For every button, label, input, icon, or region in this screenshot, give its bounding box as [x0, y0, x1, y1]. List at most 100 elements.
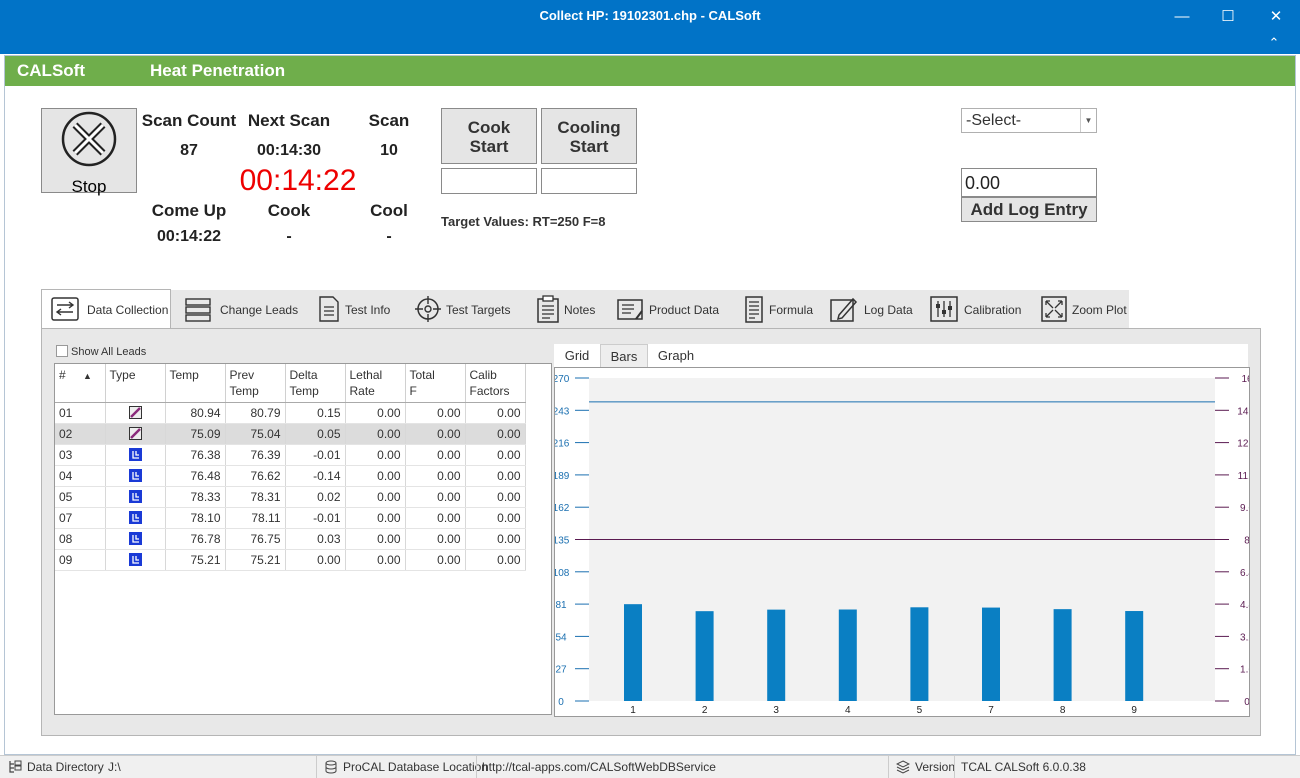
- sort-ascending-icon: ▲: [83, 371, 92, 381]
- tab-label: Notes: [564, 303, 596, 317]
- cook-start-label-1: Cook: [467, 118, 511, 137]
- col-label-1: Delta: [289, 368, 318, 382]
- stop-button[interactable]: Stop: [41, 108, 137, 196]
- show-all-leads-label: Show All Leads: [71, 346, 147, 358]
- delta-temp-cell: 0.03: [285, 528, 346, 550]
- database-location-label: ProCAL Database Location: [343, 760, 488, 774]
- tab-zoom-plot[interactable]: Zoom Plot: [1031, 290, 1127, 328]
- temp-cell: 78.10: [165, 507, 226, 529]
- y-tick-label: 189: [555, 471, 570, 482]
- y-tick-label: 0: [558, 697, 564, 708]
- product-data-icon: [617, 299, 643, 320]
- tab-notes[interactable]: Notes: [525, 290, 605, 328]
- x-tick-label: 1: [630, 705, 636, 716]
- tab-label: Log Data: [864, 303, 913, 317]
- close-icon[interactable]: ✕: [1254, 2, 1298, 32]
- tab-data-collection[interactable]: Data Collection: [41, 289, 171, 329]
- lead-id-cell: 02: [55, 423, 106, 445]
- tab-log-data[interactable]: Log Data: [821, 290, 921, 328]
- thermocouple-icon: [128, 427, 142, 440]
- folder-tree-icon: [9, 760, 22, 773]
- log-type-select[interactable]: -Select- ▼: [961, 108, 1097, 133]
- tab-test-targets[interactable]: Test Targets: [405, 290, 515, 328]
- bar: [767, 609, 786, 701]
- table-row[interactable]: 07 78.10 78.11 -0.01 0.00 0.00 0.00: [55, 507, 526, 529]
- crosshair-icon: [415, 296, 441, 322]
- x-tick-label: 3: [773, 705, 779, 716]
- tab-label: Formula: [769, 303, 814, 317]
- col-number[interactable]: # ▲: [55, 364, 106, 403]
- thermocouple-icon: [128, 406, 142, 419]
- tab-label: Change Leads: [220, 303, 299, 317]
- col-calib-factors[interactable]: Calib Factors: [465, 364, 526, 403]
- y2-tick-label: 8: [1244, 536, 1249, 547]
- tab-calibration[interactable]: Calibration: [921, 290, 1031, 328]
- tab-change-leads[interactable]: Change Leads: [175, 290, 299, 328]
- cooling-start-label-2: Start: [569, 137, 609, 156]
- tab-graph[interactable]: Graph: [648, 344, 704, 367]
- target-values: Target Values: RT=250 F=8: [441, 214, 606, 229]
- col-prev-temp[interactable]: Prev Temp: [225, 364, 286, 403]
- tab-label: Test Info: [345, 303, 391, 317]
- table-row[interactable]: 05 78.33 78.31 0.02 0.00 0.00 0.00: [55, 486, 526, 508]
- maximize-icon[interactable]: ☐: [1206, 2, 1250, 32]
- prev-temp-cell: 80.79: [225, 402, 286, 424]
- minimize-icon[interactable]: —: [1160, 2, 1204, 32]
- y-tick-label: 54: [555, 632, 567, 643]
- checkbox-box[interactable]: [56, 345, 68, 357]
- tab-product-data[interactable]: Product Data: [607, 290, 729, 328]
- cook-start-label-2: Start: [469, 137, 509, 156]
- add-log-entry-button[interactable]: Add Log Entry: [961, 197, 1097, 222]
- database-location-value: http://tcal-apps.com/CALSoftWebDBService: [482, 760, 716, 774]
- x-tick-label: 5: [917, 705, 923, 716]
- total-f-cell: 0.00: [405, 528, 466, 550]
- table-row[interactable]: 08 76.78 76.75 0.03 0.00 0.00 0.00: [55, 528, 526, 550]
- bar: [838, 609, 857, 701]
- cook-start-button[interactable]: Cook Start: [441, 108, 537, 164]
- log-value-input[interactable]: 0.00: [961, 168, 1097, 197]
- tab-test-info[interactable]: Test Info: [305, 290, 397, 328]
- dropdown-arrow-icon[interactable]: ▼: [1080, 109, 1096, 132]
- table-row[interactable]: 09 75.21 75.21 0.00 0.00 0.00 0.00: [55, 549, 526, 571]
- col-type[interactable]: Type: [105, 364, 166, 403]
- tab-formula[interactable]: Formula: [731, 290, 815, 328]
- col-total-f[interactable]: Total F: [405, 364, 466, 403]
- col-label-1: Calib: [469, 368, 497, 382]
- temp-cell: 76.38: [165, 444, 226, 466]
- total-f-cell: 0.00: [405, 549, 466, 571]
- test-info-icon: [319, 296, 339, 322]
- col-delta-temp[interactable]: Delta Temp: [285, 364, 346, 403]
- data-collection-panel: Show All Leads # ▲ Type Temp Prev Temp De…: [41, 328, 1261, 736]
- table-row[interactable]: 01 80.94 80.79 0.15 0.00 0.00 0.00: [55, 402, 526, 424]
- table-row[interactable]: 02 75.09 75.04 0.05 0.00 0.00 0.00: [55, 423, 526, 445]
- bar-chart: 027548110813516218921624327001.63.24.86.…: [554, 367, 1250, 717]
- calib-factors-cell: 0.00: [465, 465, 526, 487]
- bar: [1053, 609, 1072, 701]
- type-cell: [105, 486, 166, 508]
- total-f-cell: 0.00: [405, 423, 466, 445]
- tab-grid[interactable]: Grid: [556, 344, 598, 367]
- total-f-cell: 0.00: [405, 444, 466, 466]
- bar: [1125, 611, 1144, 701]
- cooling-start-button[interactable]: Cooling Start: [541, 108, 637, 164]
- x-tick-label: 9: [1131, 705, 1137, 716]
- app-header: CALSoft Heat Penetration: [5, 56, 1295, 86]
- show-all-leads-checkbox[interactable]: Show All Leads: [56, 345, 146, 358]
- lethal-rate-cell: 0.00: [345, 507, 406, 529]
- cook-start-time-field[interactable]: [441, 168, 537, 194]
- col-temp[interactable]: Temp: [165, 364, 226, 403]
- table-row[interactable]: 04 76.48 76.62 -0.14 0.00 0.00 0.00: [55, 465, 526, 487]
- type-cell: [105, 507, 166, 529]
- tab-bars[interactable]: Bars: [600, 344, 648, 367]
- formula-icon: [745, 296, 763, 323]
- prev-temp-cell: 76.39: [225, 444, 286, 466]
- delta-temp-cell: 0.02: [285, 486, 346, 508]
- lead-id-cell: 08: [55, 528, 106, 550]
- col-lethal-rate[interactable]: Lethal Rate: [345, 364, 406, 403]
- collapse-ribbon-icon[interactable]: ⌃: [1264, 34, 1284, 52]
- delta-temp-cell: 0.00: [285, 549, 346, 571]
- table-row[interactable]: 03 76.38 76.39 -0.01 0.00 0.00 0.00: [55, 444, 526, 466]
- version-label: Version: [915, 760, 956, 774]
- cooling-start-time-field[interactable]: [541, 168, 637, 194]
- status-bar: Data Directory J:\ ProCAL Database Locat…: [0, 755, 1300, 778]
